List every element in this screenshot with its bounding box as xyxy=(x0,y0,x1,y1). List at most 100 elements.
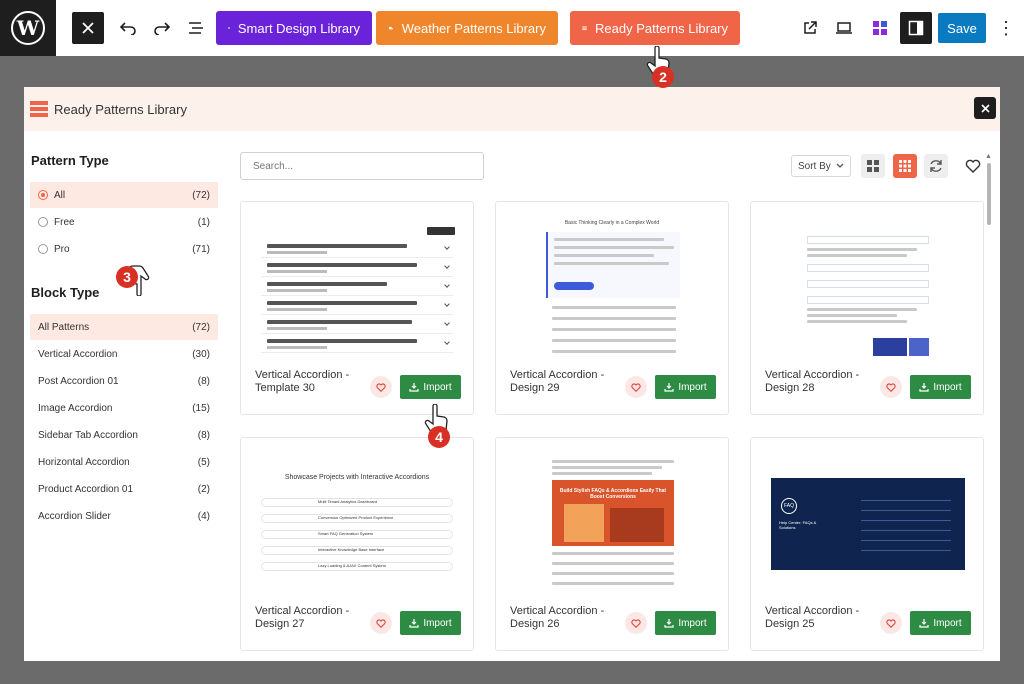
thumb-row-text: Lazy Loading & AJAX Content System xyxy=(318,563,387,568)
desktop-icon xyxy=(836,22,852,34)
modal-close-button[interactable] xyxy=(974,97,996,119)
favorite-button[interactable] xyxy=(880,612,902,634)
favorite-button[interactable] xyxy=(370,376,392,398)
plugin-button[interactable] xyxy=(864,12,896,44)
thumb-accordion-row xyxy=(261,242,453,258)
two-column-view-button[interactable] xyxy=(861,154,885,178)
block-type-label: Vertical Accordion xyxy=(38,348,118,360)
block-type-count: (30) xyxy=(192,348,210,360)
step-callout-4: 4 xyxy=(428,426,450,448)
weather-patterns-library-button[interactable]: Weather Patterns Library xyxy=(376,11,558,45)
modal-title: Ready Patterns Library xyxy=(54,101,187,117)
pattern-type-label: Free xyxy=(54,216,75,228)
download-icon xyxy=(664,619,674,628)
heart-icon xyxy=(886,618,896,628)
block-type-image-accordion[interactable]: Image Accordion (15) xyxy=(30,395,218,421)
weather-patterns-library-label: Weather Patterns Library xyxy=(401,20,546,36)
pattern-card[interactable]: FAQ Help Center: FAQs & Solutions Vertic… xyxy=(750,437,984,651)
block-type-count: (5) xyxy=(197,456,210,468)
refresh-button[interactable] xyxy=(924,154,948,178)
step-callout-3: 3 xyxy=(116,266,138,288)
import-button[interactable]: Import xyxy=(400,375,461,399)
thumb-row-text: Conversion Optimized Product Experience xyxy=(318,515,394,520)
heart-icon xyxy=(965,159,981,173)
block-type-sidebar-tab-accordion[interactable]: Sidebar Tab Accordion (8) xyxy=(30,422,218,448)
favorite-button[interactable] xyxy=(370,612,392,634)
import-label: Import xyxy=(933,381,962,393)
thumb-faq-badge: FAQ xyxy=(781,498,797,514)
favorites-button[interactable] xyxy=(961,154,985,178)
pattern-thumbnail xyxy=(751,202,983,360)
download-icon xyxy=(664,383,674,392)
block-type-post-accordion[interactable]: Post Accordion 01 (8) xyxy=(30,368,218,394)
favorite-button[interactable] xyxy=(880,376,902,398)
list-view-icon xyxy=(189,22,203,34)
import-button[interactable]: Import xyxy=(910,611,971,635)
heart-icon xyxy=(631,618,641,628)
pattern-type-all[interactable]: All (72) xyxy=(30,182,218,208)
close-icon xyxy=(82,22,94,34)
pattern-card-title: Vertical Accordion - Template 30 xyxy=(255,369,350,394)
undo-button[interactable] xyxy=(112,12,144,44)
radio-icon xyxy=(38,244,48,254)
block-type-accordion-slider[interactable]: Accordion Slider (4) xyxy=(30,503,218,529)
download-icon xyxy=(409,619,419,628)
import-button[interactable]: Import xyxy=(910,375,971,399)
import-button[interactable]: Import xyxy=(655,375,716,399)
settings-sidebar-button[interactable] xyxy=(900,12,932,44)
filter-sidebar: Pattern Type All (72) Free (1) Pro (71) … xyxy=(24,131,228,661)
pattern-type-pro[interactable]: Pro (71) xyxy=(30,236,218,262)
thumb-accordion-row xyxy=(261,318,453,334)
pattern-card[interactable]: Build Stylish FAQs & Accordions Easily T… xyxy=(495,437,729,651)
pattern-thumbnail: Basic Thinking Clearly in a Complex Worl… xyxy=(496,202,728,360)
pattern-card[interactable]: Showcase Projects with Interactive Accor… xyxy=(240,437,474,651)
import-label: Import xyxy=(423,381,452,393)
wordpress-logo[interactable]: W xyxy=(0,0,56,56)
scrollbar-thumb[interactable] xyxy=(987,163,991,225)
sort-by-select[interactable]: Sort By xyxy=(791,155,851,177)
three-column-view-button[interactable] xyxy=(893,154,917,178)
download-icon xyxy=(919,619,929,628)
document-overview-button[interactable] xyxy=(180,12,212,44)
block-type-count: (15) xyxy=(192,402,210,414)
block-type-label: Sidebar Tab Accordion xyxy=(38,429,138,441)
refresh-icon xyxy=(930,160,942,172)
thumb-accordion-row xyxy=(261,280,453,296)
pattern-search-input[interactable] xyxy=(240,152,484,180)
scroll-up-icon[interactable]: ▲ xyxy=(985,153,992,160)
ready-patterns-library-label: Ready Patterns Library xyxy=(595,20,728,36)
smart-design-library-button[interactable]: Smart Design Library xyxy=(216,11,372,45)
import-button[interactable]: Import xyxy=(400,611,461,635)
pattern-card[interactable]: Vertical Accordion - Template 30 Import xyxy=(240,201,474,415)
block-type-horizontal-accordion[interactable]: Horizontal Accordion (5) xyxy=(30,449,218,475)
ready-patterns-library-button[interactable]: Ready Patterns Library xyxy=(570,11,740,45)
block-type-all-patterns[interactable]: All Patterns (72) xyxy=(30,314,218,340)
pattern-card-title: Vertical Accordion - Design 29 xyxy=(510,369,605,394)
block-type-product-accordion[interactable]: Product Accordion 01 (2) xyxy=(30,476,218,502)
download-icon xyxy=(409,383,419,392)
save-button[interactable]: Save xyxy=(938,13,986,43)
plugin-blocks-icon xyxy=(873,21,887,35)
import-button[interactable]: Import xyxy=(655,611,716,635)
pattern-thumbnail: FAQ Help Center: FAQs & Solutions xyxy=(751,438,983,596)
pattern-card-title: Vertical Accordion - Design 26 xyxy=(510,605,605,630)
heart-icon xyxy=(376,618,386,628)
thumb-heading: Basic Thinking Clearly in a Complex Worl… xyxy=(564,220,660,226)
view-post-button[interactable] xyxy=(794,12,826,44)
block-type-label: All Patterns xyxy=(38,321,90,333)
pattern-card[interactable]: Basic Thinking Clearly in a Complex Worl… xyxy=(495,201,729,415)
heart-icon xyxy=(376,382,386,392)
favorite-button[interactable] xyxy=(625,612,647,634)
redo-button[interactable] xyxy=(146,12,178,44)
import-label: Import xyxy=(678,381,707,393)
close-editor-button[interactable] xyxy=(72,12,104,44)
ready-patterns-icon xyxy=(582,26,587,30)
favorite-button[interactable] xyxy=(625,376,647,398)
options-menu-button[interactable]: ⋮ xyxy=(994,12,1018,44)
modal-header: Ready Patterns Library xyxy=(24,87,1000,131)
block-type-vertical-accordion[interactable]: Vertical Accordion (30) xyxy=(30,341,218,367)
pattern-card[interactable]: Vertical Accordion - Design 28 Import xyxy=(750,201,984,415)
preview-button[interactable] xyxy=(828,12,860,44)
pattern-type-free[interactable]: Free (1) xyxy=(30,209,218,235)
step-callout-2: 2 xyxy=(652,66,674,88)
